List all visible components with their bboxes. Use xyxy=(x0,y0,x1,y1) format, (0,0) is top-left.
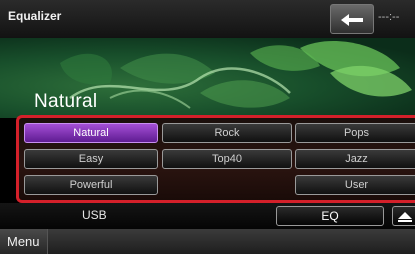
screen-title: Equalizer xyxy=(8,9,62,23)
source-label: USB xyxy=(82,208,107,222)
preset-powerful-button[interactable]: Powerful xyxy=(24,175,158,195)
menu-button[interactable]: Menu xyxy=(0,229,48,254)
preset-jazz-button[interactable]: Jazz xyxy=(295,149,415,169)
preset-rock-button[interactable]: Rock xyxy=(162,123,292,143)
preset-pops-button[interactable]: Pops xyxy=(295,123,415,143)
eq-button[interactable]: EQ xyxy=(276,206,384,226)
preset-easy-button[interactable]: Easy xyxy=(24,149,158,169)
preset-user-button[interactable]: User xyxy=(295,175,415,195)
back-arrow-icon xyxy=(341,14,363,26)
collapse-button[interactable] xyxy=(392,206,415,226)
title-bar: Equalizer ---:-- xyxy=(0,0,415,38)
current-preset-name: Natural xyxy=(34,91,98,112)
back-button[interactable] xyxy=(330,4,374,34)
preset-display: Natural xyxy=(0,38,415,118)
preset-natural-button[interactable]: Natural xyxy=(24,123,158,143)
menu-bar: Menu xyxy=(0,229,415,254)
preset-top40-button[interactable]: Top40 xyxy=(162,149,292,169)
bottom-bar: USB EQ xyxy=(0,203,415,229)
preset-panel: Natural Rock Pops Easy Top40 Jazz Powerf… xyxy=(16,115,415,203)
status-text: ---:-- xyxy=(378,11,400,23)
eject-icon xyxy=(398,212,412,222)
